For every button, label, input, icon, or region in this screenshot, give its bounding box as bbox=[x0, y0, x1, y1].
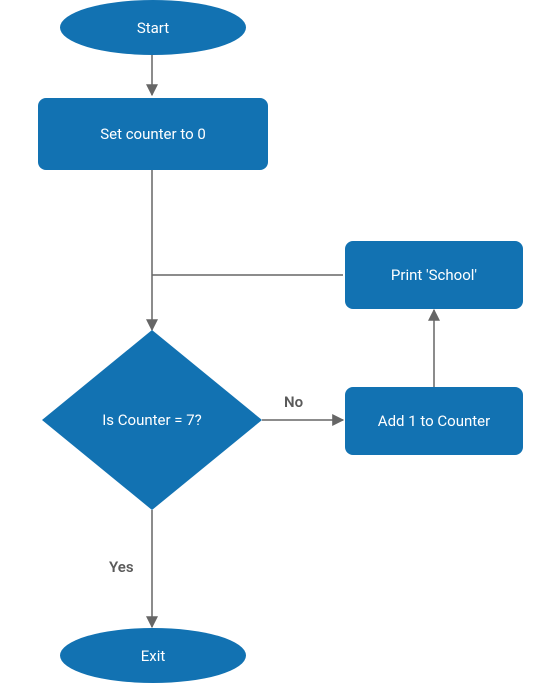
print-school-label: Print 'School' bbox=[391, 266, 477, 284]
decision-node: Is Counter = 7? bbox=[42, 330, 262, 510]
exit-label: Exit bbox=[141, 647, 166, 665]
decision-label: Is Counter = 7? bbox=[102, 411, 202, 429]
start-node: Start bbox=[60, 0, 246, 55]
set-counter-node: Set counter to 0 bbox=[38, 98, 268, 170]
set-counter-label: Set counter to 0 bbox=[100, 125, 206, 143]
yes-label: Yes bbox=[109, 558, 134, 576]
print-school-node: Print 'School' bbox=[345, 241, 523, 309]
add-counter-node: Add 1 to Counter bbox=[345, 387, 523, 455]
no-label: No bbox=[284, 393, 303, 411]
add-counter-label: Add 1 to Counter bbox=[378, 412, 490, 430]
exit-node: Exit bbox=[60, 628, 246, 683]
start-label: Start bbox=[137, 19, 169, 37]
